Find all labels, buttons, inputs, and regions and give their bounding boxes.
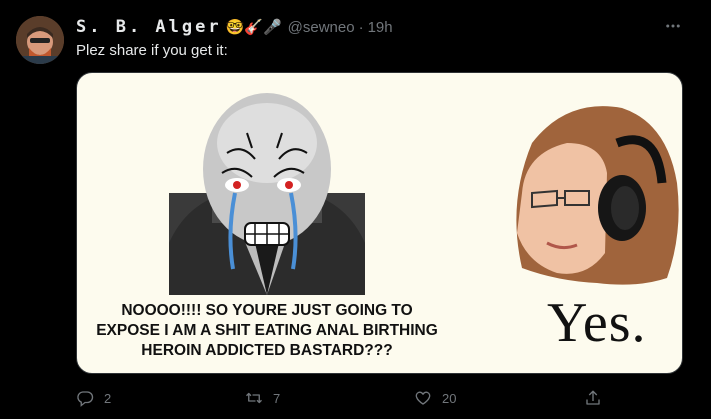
tweet-header: S. B. Alger 🤓🎸🎤 @sewneo · 19h: [76, 16, 393, 38]
tweet-text: Plez share if you get it:: [76, 42, 228, 59]
retweet-icon: [245, 389, 263, 407]
like-button[interactable]: 20: [414, 386, 456, 410]
reply-icon: [76, 389, 94, 407]
display-name[interactable]: S. B. Alger: [76, 17, 222, 37]
heart-icon: [414, 389, 432, 407]
tweet[interactable]: S. B. Alger 🤓🎸🎤 @sewneo · 19h Plez share…: [0, 0, 711, 419]
user-handle[interactable]: @sewneo: [288, 19, 355, 36]
separator-dot: ·: [358, 18, 364, 36]
woman-with-headphones: [516, 106, 679, 285]
reply-count: 2: [104, 390, 112, 406]
name-emojis: 🤓🎸🎤: [225, 18, 282, 36]
meme-response: Yes.: [547, 292, 647, 354]
caption-line: EXPOSE I AM A SHIT EATING ANAL BIRTHING: [96, 322, 438, 339]
tweet-media[interactable]: NOOOO!!!! SO YOURE JUST GOING TO EXPOSE …: [76, 72, 683, 374]
caption-line: NOOOO!!!! SO YOURE JUST GOING TO: [121, 302, 413, 319]
caption-line: HEROIN ADDICTED BASTARD???: [141, 342, 393, 359]
timestamp[interactable]: 19h: [368, 19, 393, 36]
crying-man-figure: [169, 93, 365, 295]
share-icon: [584, 389, 602, 407]
like-count: 20: [442, 390, 457, 406]
reply-button[interactable]: 2: [76, 386, 111, 410]
meme-caption: NOOOO!!!! SO YOURE JUST GOING TO EXPOSE …: [77, 301, 457, 361]
avatar[interactable]: [16, 16, 64, 64]
retweet-button[interactable]: 7: [245, 386, 280, 410]
retweet-count: 7: [273, 390, 281, 406]
more-horizontal-icon[interactable]: [662, 16, 684, 36]
share-button[interactable]: [584, 386, 602, 410]
tweet-actions: 2 7 20: [76, 386, 606, 410]
